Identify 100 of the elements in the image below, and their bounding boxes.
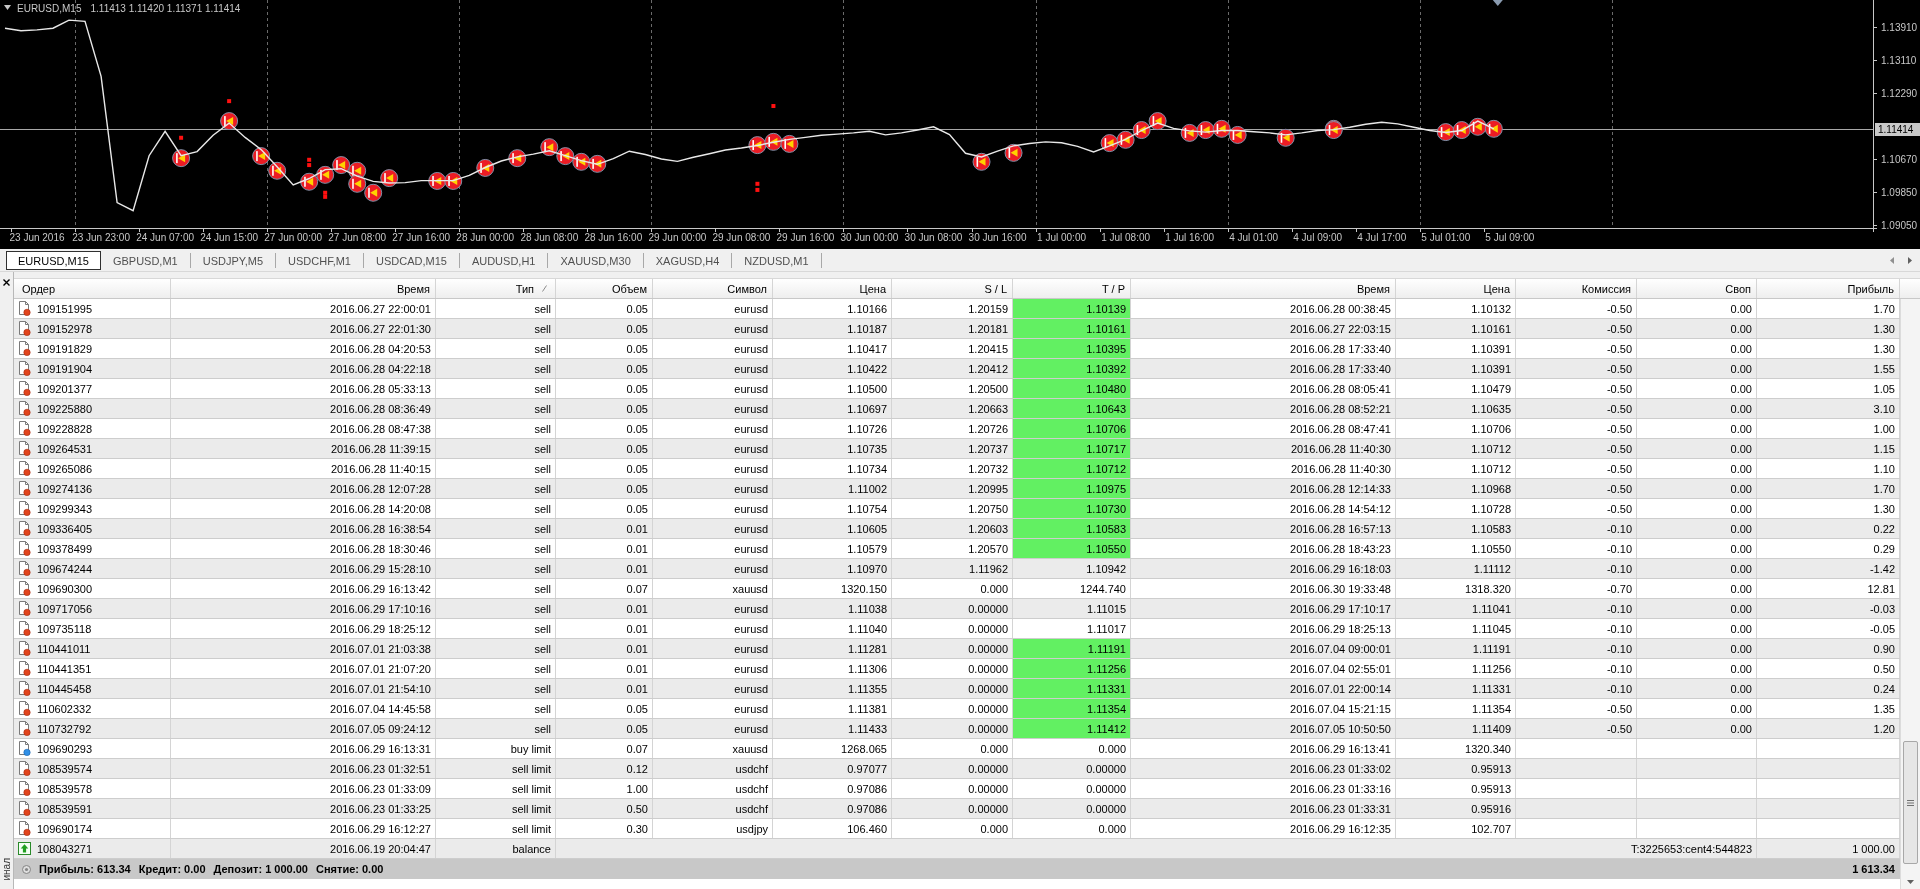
table-cell: 0.00000 (892, 779, 1013, 798)
table-cell: 2016.06.29 16:12:35 (1131, 819, 1396, 838)
table-row[interactable]: 109191904 2016.06.28 04:22:18 sell 0.05 eurusd 1.10422 1.20412 1.10392 2016.06.28 17:33:40 1.10391 -0.50 0.00 1.55 (14, 359, 1900, 379)
table-cell: 1.10754 (773, 499, 892, 518)
price-axis-label: 1.13110 (1881, 55, 1917, 66)
column-header[interactable]: Время (171, 279, 436, 298)
table-cell: 1.11355 (773, 679, 892, 698)
table-row[interactable]: 109717056 2016.06.29 17:10:16 sell 0.01 eurusd 1.11038 0.00000 1.11015 2016.06.29 17:10:17 1.11041 -0.10 0.00 -0.03 (14, 599, 1900, 619)
table-row[interactable]: 109336405 2016.06.28 16:38:54 sell 0.01 eurusd 1.10605 1.20603 1.10583 2016.06.28 16:57:13 1.10583 -0.10 0.00 0.22 (14, 519, 1900, 539)
table-cell: -0.70 (1516, 579, 1637, 598)
table-row[interactable]: 109225880 2016.06.28 08:36:49 sell 0.05 eurusd 1.10697 1.20663 1.10643 2016.06.28 08:52:21 1.10635 -0.50 0.00 3.10 (14, 399, 1900, 419)
chart-tab[interactable]: NZDUSD,M1 (732, 251, 821, 270)
trade-marker-icon (1180, 123, 1199, 142)
level-mark-icon (771, 104, 776, 108)
chart-tab[interactable]: AUDUSD,H1 (459, 251, 548, 270)
table-cell: eurusd (653, 499, 773, 518)
table-row[interactable]: 110441011 2016.07.01 21:03:38 sell 0.01 eurusd 1.11281 0.00000 1.11191 2016.07.04 09:00:01 1.11191 -0.10 0.00 0.90 (14, 639, 1900, 659)
dropdown-triangle-icon[interactable] (4, 5, 11, 10)
table-cell: 0.01 (556, 679, 653, 698)
table-row[interactable]: 109299343 2016.06.28 14:20:08 sell 0.05 eurusd 1.10754 1.20750 1.10730 2016.06.28 14:54:12 1.10728 -0.50 0.00 1.30 (14, 499, 1900, 519)
trade-marker-icon (1228, 125, 1247, 144)
chart-tab[interactable]: USDCHF,M1 (276, 251, 363, 270)
scroll-right-icon[interactable] (1908, 256, 1912, 264)
table-cell: -0.50 (1516, 319, 1637, 338)
table-cell: 0.00 (1637, 319, 1757, 338)
column-header[interactable]: Время (1131, 279, 1396, 298)
table-row[interactable]: 109735118 2016.06.29 18:25:12 sell 0.01 eurusd 1.11040 0.00000 1.11017 2016.06.29 18:25:13 1.11045 -0.10 0.00 -0.05 (14, 619, 1900, 639)
chart-quote: 1.11413 1.11420 1.11371 1.11414 (90, 3, 241, 14)
column-header[interactable]: Цена (1396, 279, 1516, 298)
table-cell: 2016.06.23 01:33:02 (1131, 759, 1396, 778)
column-header[interactable]: T / P (1013, 279, 1131, 298)
chart-tab[interactable]: USDJPY,M5 (190, 251, 276, 270)
table-cell: 0.05 (556, 499, 653, 518)
table-row[interactable]: 108539574 2016.06.23 01:32:51 sell limit 0.12 usdchf 0.97077 0.00000 0.00000 2016.06.23 01:33:02 0.95913 (14, 759, 1900, 779)
trade-marker-icon (1276, 128, 1295, 147)
table-cell: eurusd (653, 639, 773, 658)
table-row[interactable]: 109378499 2016.06.28 18:30:46 sell 0.01 eurusd 1.10579 1.20570 1.10550 2016.06.28 18:43:23 1.10550 -0.10 0.00 0.29 (14, 539, 1900, 559)
table-cell: 1.11045 (1396, 619, 1516, 638)
trade-marker-icon (764, 132, 783, 151)
table-row[interactable]: 109201377 2016.06.28 05:33:13 sell 0.05 eurusd 1.10500 1.20500 1.10480 2016.06.28 08:05:41 1.10479 -0.50 0.00 1.05 (14, 379, 1900, 399)
table-cell: 2016.06.28 12:07:28 (171, 479, 436, 498)
table-row[interactable]: 109674244 2016.06.29 15:28:10 sell 0.01 eurusd 1.10970 1.11962 1.10942 2016.06.29 16:18:03 1.11112 -0.10 0.00 -1.42 (14, 559, 1900, 579)
table-cell: 1.10392 (1013, 359, 1131, 378)
order-document-icon (18, 681, 31, 696)
column-header[interactable]: Тип (436, 279, 556, 298)
table-cell: 1.10730 (1013, 499, 1131, 518)
table-row[interactable]: 109228828 2016.06.28 08:47:38 sell 0.05 eurusd 1.10726 1.20726 1.10706 2016.06.28 08:47:41 1.10706 -0.50 0.00 1.00 (14, 419, 1900, 439)
table-row[interactable]: 109152978 2016.06.27 22:01:30 sell 0.05 eurusd 1.10187 1.20181 1.10161 2016.06.27 22:03:15 1.10161 -0.50 0.00 1.30 (14, 319, 1900, 339)
column-header[interactable]: Объем (556, 279, 653, 298)
scroll-down-icon[interactable] (1907, 880, 1914, 884)
trade-marker-icon (748, 136, 767, 155)
order-number: 109201377 (37, 382, 93, 395)
chart-tab[interactable]: XAUUSD,M30 (548, 251, 643, 270)
table-cell: sell (436, 579, 556, 598)
table-cell: 0.00 (1637, 559, 1757, 578)
table-cell: 0.000 (892, 579, 1013, 598)
chart-tab[interactable]: EURUSD,M15 (6, 251, 101, 270)
chart-shift-icon[interactable] (1492, 0, 1503, 6)
column-header[interactable]: Комиссия (1516, 279, 1637, 298)
table-row[interactable]: 110732792 2016.07.05 09:24:12 sell 0.05 eurusd 1.11433 0.00000 1.11412 2016.07.05 10:50:50 1.11409 -0.50 0.00 1.20 (14, 719, 1900, 739)
table-cell: 0.05 (556, 359, 653, 378)
column-header[interactable]: S / L (892, 279, 1013, 298)
table-row[interactable]: 109690300 2016.06.29 16:13:42 sell 0.07 xauusd 1320.150 0.000 1244.740 2016.06.30 19:33:48 1318.320 -0.70 0.00 12.81 (14, 579, 1900, 599)
time-axis-label: 24 Jun 07:00 (136, 232, 194, 243)
column-header[interactable]: Символ (653, 279, 773, 298)
scrollbar-track[interactable] (1900, 299, 1920, 889)
table-cell: 1.11354 (1013, 699, 1131, 718)
table-cell: sell (436, 419, 556, 438)
order-document-icon (18, 481, 31, 496)
table-row[interactable]: 109151995 2016.06.27 22:00:01 sell 0.05 eurusd 1.10166 1.20159 1.10139 2016.06.28 00:38:45 1.10132 -0.50 0.00 1.70 (14, 299, 1900, 319)
table-row[interactable]: 109191829 2016.06.28 04:20:53 sell 0.05 eurusd 1.10417 1.20415 1.10395 2016.06.28 17:33:40 1.10391 -0.50 0.00 1.30 (14, 339, 1900, 359)
table-cell: 0.01 (556, 639, 653, 658)
column-header[interactable]: Цена (773, 279, 892, 298)
table-row[interactable]: 109274136 2016.06.28 12:07:28 sell 0.05 eurusd 1.11002 1.20995 1.10975 2016.06.28 12:14:33 1.10968 -0.50 0.00 1.70 (14, 479, 1900, 499)
table-row[interactable]: 108539578 2016.06.23 01:33:09 sell limit 1.00 usdchf 0.97086 0.00000 0.00000 2016.06.23 01:33:16 0.95913 (14, 779, 1900, 799)
table-row[interactable]: 110445458 2016.07.01 21:54:10 sell 0.01 eurusd 1.11355 0.00000 1.11331 2016.07.01 22:00:14 1.11331 -0.10 0.00 0.24 (14, 679, 1900, 699)
table-cell: sell limit (436, 779, 556, 798)
chart-tab[interactable]: XAGUSD,H4 (643, 251, 732, 270)
table-row[interactable]: 110441351 2016.07.01 21:07:20 sell 0.01 eurusd 1.11306 0.00000 1.11256 2016.07.04 02:55:01 1.11256 -0.10 0.00 0.50 (14, 659, 1900, 679)
column-header[interactable]: Прибыль (1757, 279, 1900, 298)
table-row[interactable]: 108539591 2016.06.23 01:33:25 sell limit 0.50 usdchf 0.97086 0.00000 0.00000 2016.06.23 01:33:31 0.95916 (14, 799, 1900, 819)
scroll-left-icon[interactable] (1890, 256, 1894, 264)
table-row[interactable]: 109264531 2016.06.28 11:39:15 sell 0.05 eurusd 1.10735 1.20737 1.10717 2016.06.28 11:40:30 1.10712 -0.50 0.00 1.15 (14, 439, 1900, 459)
table-row[interactable]: 109690174 2016.06.29 16:12:27 sell limit 0.30 usdjpy 106.460 0.000 0.000 2016.06.29 16:12:35 102.707 (14, 819, 1900, 839)
trade-marker-icon (540, 138, 559, 157)
summary-icon[interactable] (22, 864, 31, 874)
panel-title: инал (0, 858, 13, 881)
column-header[interactable]: Своп (1637, 279, 1757, 298)
scrollbar-thumb[interactable] (1903, 741, 1918, 864)
table-cell: 0.05 (556, 719, 653, 738)
table-row[interactable]: 108043271 2016.06.19 20:04:47 balance T:3225653:cent4:544823 1 000.00 (14, 839, 1900, 859)
table-row[interactable]: 109690293 2016.06.29 16:13:31 buy limit 0.07 xauusd 1268.065 0.000 0.000 2016.06.29 16:13:41 1320.340 (14, 739, 1900, 759)
table-row[interactable]: 109265086 2016.06.28 11:40:15 sell 0.05 eurusd 1.10734 1.20732 1.10712 2016.06.28 11:40:30 1.10712 -0.50 0.00 1.10 (14, 459, 1900, 479)
chart-tab[interactable]: USDCAD,M15 (364, 251, 459, 270)
order-document-icon (18, 601, 31, 616)
table-cell: 0.00 (1637, 699, 1757, 718)
chart-tab[interactable]: GBPUSD,M1 (100, 251, 190, 270)
column-header[interactable]: Ордер (14, 279, 171, 298)
close-icon[interactable] (3, 279, 10, 286)
table-row[interactable]: 110602332 2016.07.04 14:45:58 sell 0.05 eurusd 1.11381 0.00000 1.11354 2016.07.04 15:21:15 1.11354 -0.50 0.00 1.35 (14, 699, 1900, 719)
